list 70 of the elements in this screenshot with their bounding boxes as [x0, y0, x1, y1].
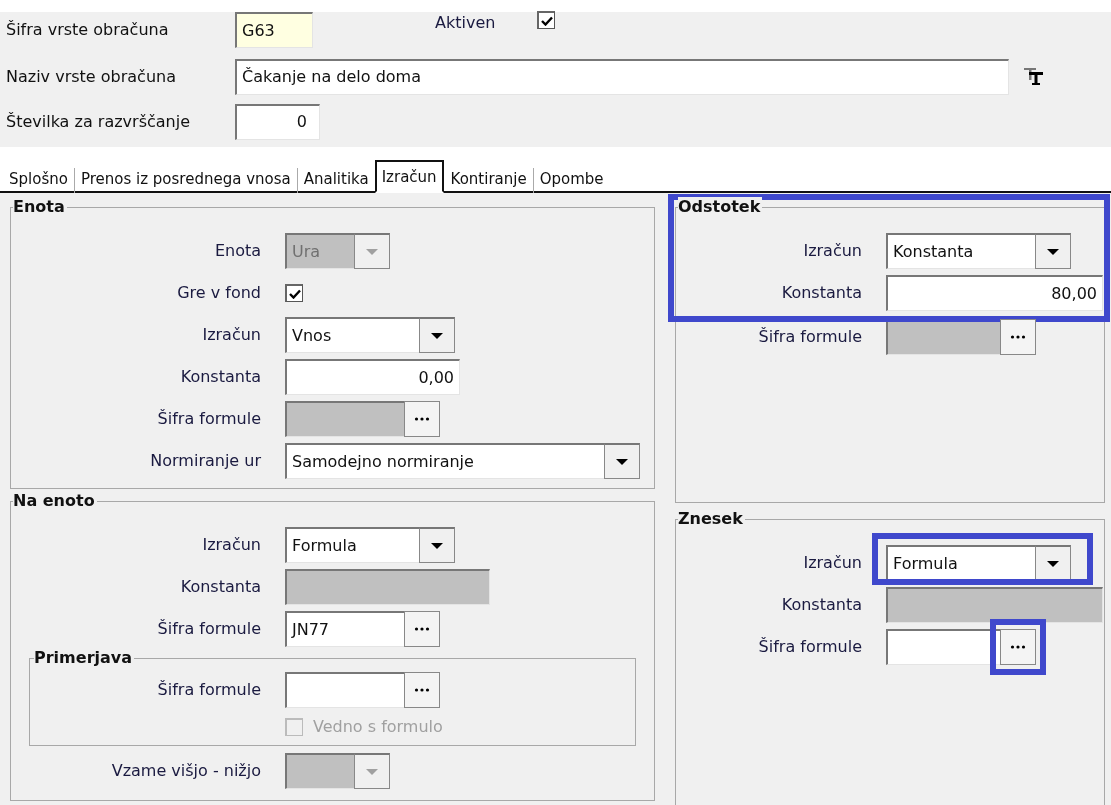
- field-label: Konstanta: [780, 594, 863, 616]
- tab[interactable]: Analitika: [296, 167, 375, 193]
- field-label: Enota: [213, 240, 262, 262]
- code-field[interactable]: [886, 629, 1000, 665]
- dropdown-arrow-icon: [365, 247, 379, 256]
- checkbox[interactable]: [285, 284, 303, 302]
- field-label: Šifra formule: [757, 636, 863, 658]
- dropdown-arrow-icon: [1046, 247, 1060, 256]
- field-label: Izračun: [201, 534, 262, 556]
- number-field[interactable]: 80,00: [886, 275, 1103, 311]
- checkbox-label: Vedno s formulo: [313, 716, 443, 738]
- check-icon: [540, 15, 553, 26]
- field-label: Konstanta: [780, 282, 863, 304]
- tab[interactable]: Splošno: [2, 167, 74, 193]
- field-label: Šifra formule: [156, 408, 262, 430]
- field-label: Številka za razvrščanje: [6, 110, 191, 133]
- ellipsis-icon: [1010, 645, 1026, 649]
- name-field[interactable]: Čakanje na delo doma: [235, 58, 1009, 95]
- field-label: Normiranje ur: [149, 450, 262, 472]
- dropdown-value: Ura: [292, 240, 321, 263]
- dropdown-arrow-icon: [430, 541, 444, 550]
- dropdown-button[interactable]: [1035, 233, 1071, 269]
- ellipsis-icon: [414, 627, 430, 631]
- browse-button[interactable]: [404, 401, 440, 437]
- field-label: Izračun: [802, 552, 863, 574]
- ellipsis-icon: [1010, 335, 1026, 339]
- code-field[interactable]: [285, 672, 404, 708]
- number-field[interactable]: 0,00: [285, 359, 460, 395]
- dropdown-arrow-icon: [615, 457, 629, 466]
- dropdown-value: Formula: [292, 534, 357, 557]
- field-label: Šifra vrste obračuna: [6, 19, 170, 41]
- field-label: Naziv vrste obračuna: [6, 65, 177, 88]
- dropdown-arrow-icon: [1046, 559, 1060, 568]
- browse-button[interactable]: [1000, 319, 1036, 355]
- tab[interactable]: Izračun: [374, 159, 444, 193]
- tab[interactable]: Kontiranje: [443, 167, 533, 193]
- dropdown-arrow-icon: [430, 331, 444, 340]
- field-label: Izračun: [802, 240, 863, 262]
- ellipsis-icon: [414, 688, 430, 692]
- field-label: Konstanta: [179, 366, 262, 388]
- number-field[interactable]: 0: [235, 103, 320, 140]
- browse-button[interactable]: [404, 611, 440, 647]
- field-label: Izračun: [201, 324, 262, 346]
- check-icon: [288, 288, 301, 299]
- dropdown-button[interactable]: [419, 317, 455, 353]
- dropdown-button[interactable]: [1035, 545, 1071, 581]
- browse-button[interactable]: [404, 672, 440, 708]
- tab[interactable]: Opombe: [532, 167, 610, 193]
- dropdown-arrow-icon: [365, 767, 379, 776]
- checkbox[interactable]: [537, 11, 556, 29]
- dropdown-value: Vnos: [292, 324, 332, 347]
- field-label: Šifra formule: [156, 679, 262, 701]
- dropdown-value: Konstanta: [893, 240, 974, 263]
- dropdown-button[interactable]: [419, 527, 455, 563]
- dropdown-button[interactable]: [604, 443, 640, 479]
- field-label: Šifra formule: [757, 326, 863, 348]
- font-icon[interactable]: [1023, 65, 1045, 88]
- ellipsis-icon: [414, 417, 430, 421]
- dropdown-value: Formula: [893, 552, 958, 575]
- field-label: Šifra formule: [156, 618, 262, 640]
- code-field[interactable]: JN77: [285, 611, 404, 647]
- tab[interactable]: Prenos iz posrednega vnosa: [73, 167, 297, 193]
- field-label: Aktiven: [435, 12, 496, 34]
- browse-button[interactable]: [1000, 629, 1036, 665]
- code-field[interactable]: G63: [235, 12, 313, 48]
- field-label: Konstanta: [179, 576, 262, 598]
- field-label: Gre v fond: [176, 282, 262, 304]
- group-title: Primerjava: [34, 648, 135, 668]
- dropdown-value: Samodejno normiranje: [292, 450, 474, 473]
- field-label: Vzame višjo - nižjo: [110, 760, 262, 782]
